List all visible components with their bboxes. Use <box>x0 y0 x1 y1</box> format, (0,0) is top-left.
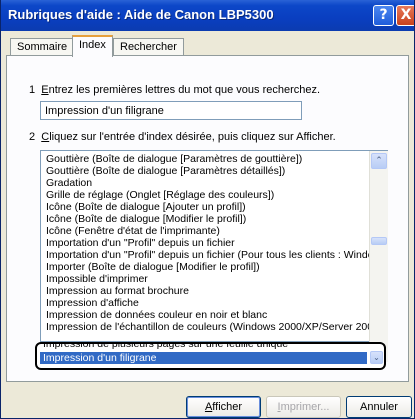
close-icon: X <box>400 7 412 23</box>
search-input[interactable]: Impression d'un filigrane <box>40 101 302 120</box>
list-item[interactable]: Gouttière (Boîte de dialogue [Paramètres… <box>46 165 369 177</box>
help-button[interactable]: ? <box>373 5 394 26</box>
close-button[interactable]: X <box>396 5 414 26</box>
chevron-down-icon: ⌄ <box>373 353 380 362</box>
step1-accel: E <box>41 84 49 96</box>
index-listbox[interactable]: Gouttière (Boîte de dialogue [Paramètres… <box>40 150 388 342</box>
list-item[interactable]: Icône (Boîte de dialogue [Modifier le pr… <box>46 213 369 225</box>
window-title: Rubriques d'aide : Aide de Canon LBP5300 <box>8 7 274 22</box>
list-item[interactable]: Gradation <box>46 177 369 189</box>
afficher-button[interactable]: Afficher <box>186 396 261 418</box>
list-item[interactable]: Impression d'affiche <box>46 297 369 309</box>
chevron-up-icon: ⌃ <box>375 156 383 166</box>
selected-list-item[interactable]: Impression d'un filigrane <box>40 352 367 364</box>
scroll-up-button[interactable]: ⌃ <box>371 153 387 169</box>
list-item[interactable]: Gouttière (Boîte de dialogue [Paramètres… <box>46 153 369 165</box>
list-item[interactable]: Importation d'un "Profil" depuis un fich… <box>46 237 369 249</box>
question-icon: ? <box>379 7 388 23</box>
scroll-down-button[interactable]: ⌄ <box>370 351 383 364</box>
list-item[interactable]: Impossible d'imprimer <box>46 273 369 285</box>
imprimer-button[interactable]: Imprimer... <box>266 396 341 418</box>
tab-label: Index <box>79 39 106 51</box>
list-item[interactable]: Grille de réglage (Onglet [Réglage des c… <box>46 189 369 201</box>
list-item[interactable]: Icône (Boîte de dialogue [Ajouter un pro… <box>46 201 369 213</box>
step1-label: 1 Entrez les premières lettres du mot qu… <box>29 84 321 96</box>
tab-label: Sommaire <box>17 41 68 53</box>
step2-accel: C <box>41 131 50 143</box>
list-item-partial[interactable]: Impression de plusieurs pages sur une fe… <box>43 344 288 350</box>
tab-index[interactable]: Index <box>72 35 113 57</box>
scroll-thumb[interactable] <box>371 237 387 245</box>
list-item[interactable]: Impression de l'échantillon de couleurs … <box>46 321 369 333</box>
list-item[interactable]: Importer (Boîte de dialogue [Modifier le… <box>46 261 369 273</box>
list-item[interactable]: Importation d'un "Profil" depuis un fich… <box>46 249 369 261</box>
list-item[interactable]: Impression de données couleur en noir et… <box>46 309 369 321</box>
tab-rechercher[interactable]: Rechercher <box>113 38 184 56</box>
annuler-button[interactable]: Annuler <box>346 396 412 418</box>
list-item[interactable]: Impression au format brochure <box>46 285 369 297</box>
tab-sommaire[interactable]: Sommaire <box>10 38 75 56</box>
title-bar[interactable]: Rubriques d'aide : Aide de Canon LBP5300… <box>1 0 414 31</box>
list-item[interactable]: Icône (Fenêtre d'état de l'imprimante) <box>46 225 369 237</box>
help-window: Rubriques d'aide : Aide de Canon LBP5300… <box>0 0 415 419</box>
step2-label: 2 Cliquez sur l'entrée d'index désirée, … <box>29 131 336 143</box>
list-scrollbar[interactable]: ⌃ <box>369 151 388 362</box>
tab-strip: Sommaire Index Rechercher <box>1 34 414 57</box>
tab-label: Rechercher <box>120 41 177 53</box>
selected-entry-callout: Impression de plusieurs pages sur une fe… <box>35 342 386 370</box>
